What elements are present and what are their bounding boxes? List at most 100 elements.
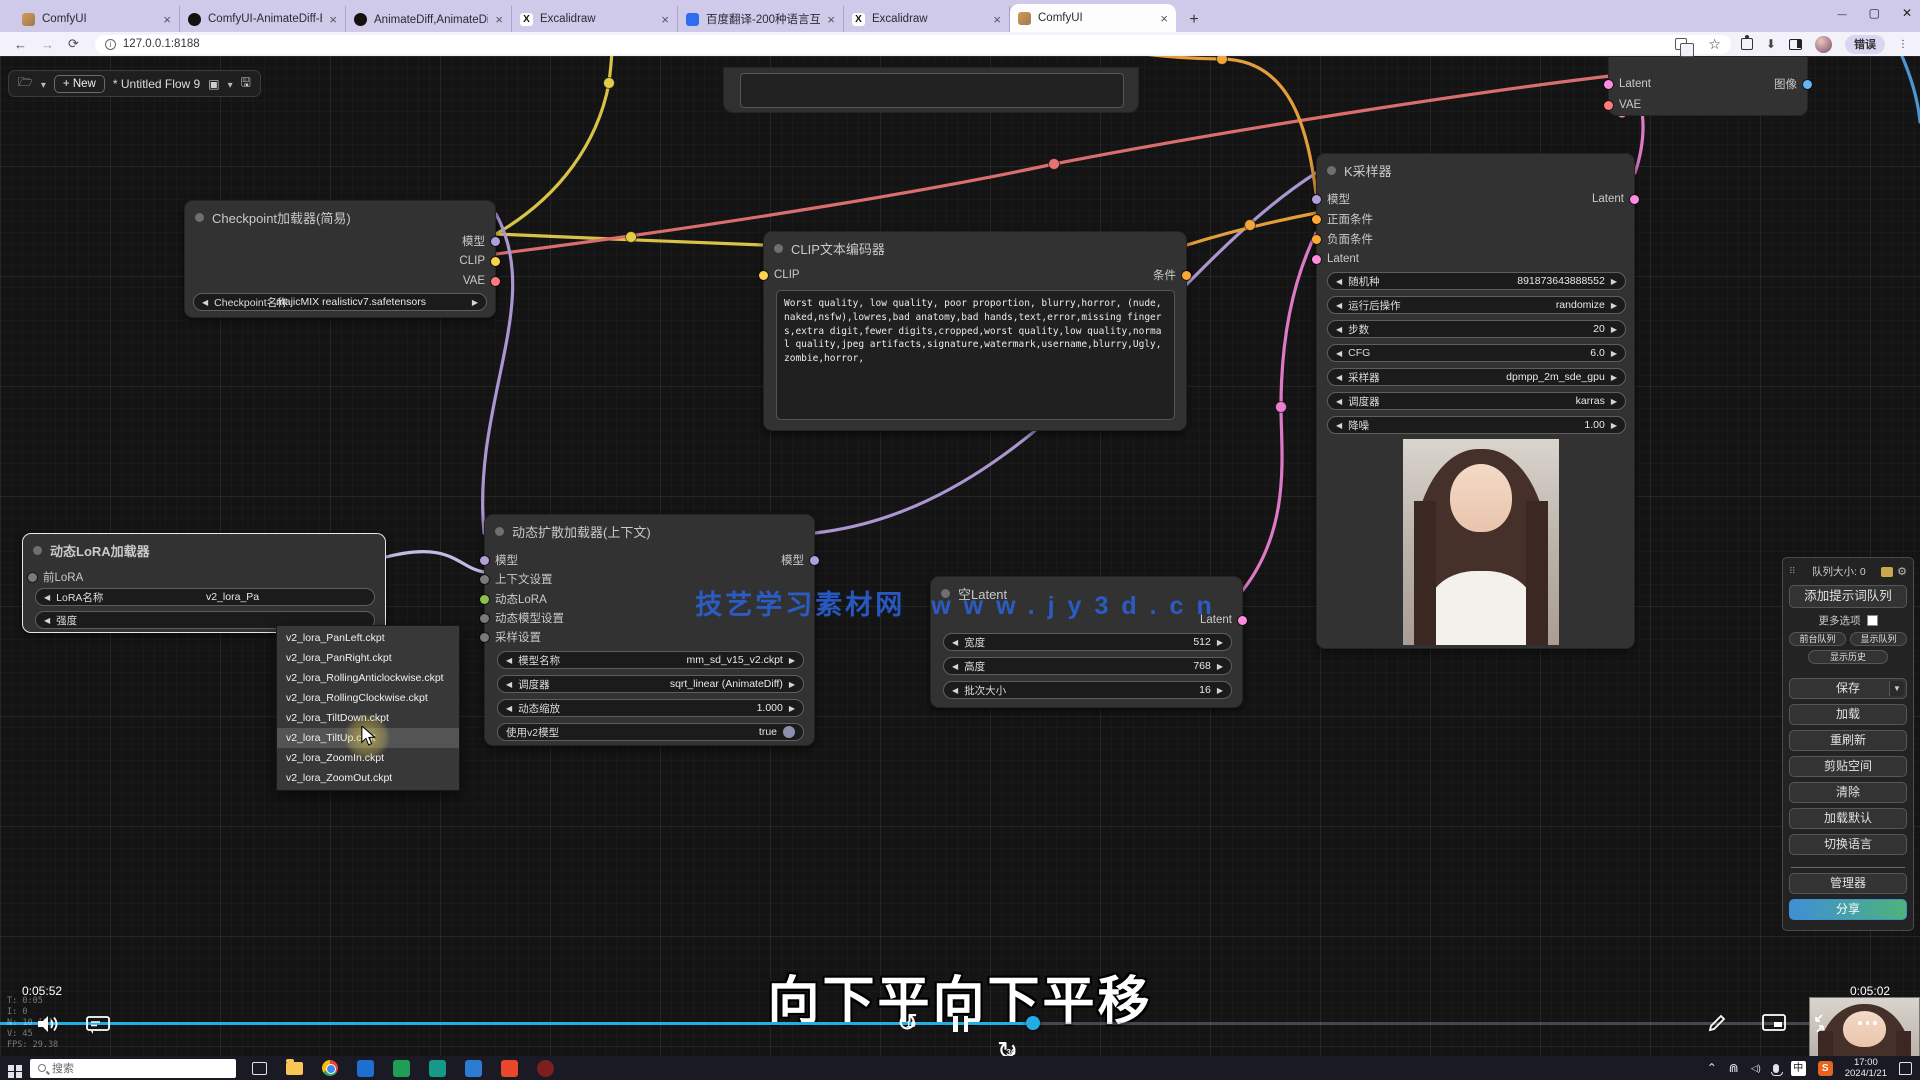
dropdown-item[interactable]: v2_lora_PanLeft.ckpt [277, 628, 459, 648]
extensions-icon[interactable] [1741, 38, 1753, 50]
model-output-dot[interactable] [491, 237, 500, 246]
latent-input-dot[interactable] [1604, 80, 1613, 89]
app-green-icon[interactable] [393, 1060, 410, 1077]
start-button[interactable] [0, 1058, 30, 1079]
gear-icon[interactable] [1897, 565, 1907, 578]
conditioning-output-dot[interactable] [1182, 271, 1191, 280]
chevron-down-icon[interactable] [228, 77, 233, 91]
scheduler-widget[interactable]: 调度器 karras [1327, 392, 1626, 410]
clip-input-dot[interactable] [759, 271, 768, 280]
motion-scale-widget[interactable]: 动态缩放 1.000 [497, 699, 804, 717]
browser-tab-comfyui[interactable]: ComfyUI [14, 6, 180, 32]
save-button[interactable]: 保存 [1789, 678, 1907, 699]
prompt-textarea[interactable]: Worst quality, low quality, poor proport… [776, 290, 1175, 420]
prev-arrow-icon[interactable] [202, 296, 208, 308]
batch-size-widget[interactable]: 批次大小 16 [943, 681, 1232, 699]
save-icon[interactable]: 🖫 [241, 73, 251, 94]
after-generate-widget[interactable]: 运行后操作 randomize [1327, 296, 1626, 314]
tab-close-icon[interactable] [661, 12, 669, 27]
prev-lora-input-dot[interactable] [28, 573, 37, 582]
rewind-10-button[interactable]: ↺10 [897, 1010, 925, 1038]
view-history-button[interactable]: 显示历史 [1808, 650, 1888, 664]
folder-icon[interactable]: 🗁 [18, 73, 33, 94]
back-icon[interactable] [14, 37, 27, 52]
progress-thumb[interactable] [1026, 1016, 1040, 1030]
width-widget[interactable]: 宽度 512 [943, 633, 1232, 651]
downloads-icon[interactable] [1766, 35, 1776, 53]
chevron-down-icon[interactable] [41, 77, 46, 91]
model-name-widget[interactable]: 模型名称 mm_sd_v15_v2.ckpt [497, 651, 804, 669]
microphone-icon[interactable] [1773, 1064, 1779, 1073]
app-teal-icon[interactable] [429, 1060, 446, 1077]
collapse-dot[interactable] [495, 527, 504, 536]
dropdown-item[interactable]: v2_lora_ZoomOut.ckpt [277, 768, 459, 788]
pip-icon[interactable] [1762, 1014, 1786, 1037]
apply-v2-toggle[interactable]: 使用v2模型 true [497, 723, 804, 741]
node-clip-text-encode[interactable]: CLIP文本编码器 CLIP 条件 Worst quality, low qua… [763, 231, 1187, 431]
forward-icon[interactable] [41, 37, 54, 52]
latent-output-dot[interactable] [1630, 195, 1639, 204]
collapse-dot[interactable] [774, 244, 783, 253]
partial-text-widget[interactable] [740, 73, 1124, 108]
action-center-icon[interactable] [1899, 1062, 1912, 1075]
sidepanel-icon[interactable] [1789, 39, 1802, 50]
profile-pill[interactable]: 错误 [1845, 35, 1885, 54]
cfg-widget[interactable]: CFG 6.0 [1327, 344, 1626, 362]
model-input-dot[interactable] [480, 556, 489, 565]
image-output-dot[interactable] [1803, 80, 1812, 89]
app-maroon-icon[interactable] [537, 1060, 554, 1077]
image-icon[interactable]: ▣ [208, 77, 219, 91]
danmaku-icon[interactable] [86, 1016, 110, 1039]
pause-button[interactable] [953, 1016, 968, 1032]
tray-expand-icon[interactable] [1707, 1061, 1717, 1075]
height-widget[interactable]: 高度 768 [943, 657, 1232, 675]
url-field[interactable]: 127.0.0.1:8188 [95, 35, 1731, 54]
node-vae-decode[interactable]: Latent 图像 VAE [1608, 56, 1808, 116]
dropdown-item[interactable]: v2_lora_PanRight.ckpt [277, 648, 459, 668]
new-workflow-button[interactable]: + New [54, 75, 105, 93]
ime-icon[interactable]: 中 [1791, 1061, 1806, 1076]
taskbar-clock[interactable]: 17:00 2024/1/21 [1845, 1057, 1887, 1079]
load-button[interactable]: 加载 [1789, 704, 1907, 725]
vae-output-dot[interactable] [491, 277, 500, 286]
browser-tab-github-animatediff[interactable]: AnimateDiff,AnimateDiff的插 [346, 6, 512, 32]
clipspace-button[interactable]: 剪贴空间 [1789, 756, 1907, 777]
chrome-icon[interactable] [322, 1060, 338, 1076]
dropdown-item[interactable]: v2_lora_RollingAnticlockwise.ckpt [277, 668, 459, 688]
browser-tab-comfyui-active[interactable]: ComfyUI [1010, 4, 1176, 32]
translate-icon[interactable] [1675, 38, 1687, 50]
collapse-dot[interactable] [1327, 166, 1336, 175]
sampler-widget[interactable]: 采样器 dpmpp_2m_sde_gpu [1327, 368, 1626, 386]
queue-front-button[interactable]: 前台队列 [1789, 632, 1846, 646]
share-button[interactable]: 分享 [1789, 899, 1907, 920]
tab-close-icon[interactable] [993, 12, 1001, 27]
tab-close-icon[interactable] [329, 12, 337, 27]
clear-button[interactable]: 清除 [1789, 782, 1907, 803]
denoise-widget[interactable]: 降噪 1.00 [1327, 416, 1626, 434]
tray-volume-icon[interactable] [1751, 1062, 1761, 1074]
tab-close-icon[interactable] [1160, 11, 1168, 26]
node-animatediff-loader[interactable]: 动态扩散加载器(上下文) 模型 上下文设置 动态LoRA 动态模型设置 采样设置… [484, 514, 815, 746]
file-explorer-icon[interactable] [286, 1062, 303, 1075]
refresh-button[interactable]: 重刷新 [1789, 730, 1907, 751]
exit-fullscreen-icon[interactable] [1808, 1012, 1832, 1041]
node-checkpoint-loader[interactable]: Checkpoint加载器(简易) 模型 CLIP VAE Checkpoint… [184, 200, 496, 318]
clip-output-dot[interactable] [491, 257, 500, 266]
tab-close-icon[interactable] [163, 12, 171, 27]
browser-tab-excalidraw-2[interactable]: Excalidraw [844, 6, 1010, 32]
next-arrow-icon[interactable] [472, 296, 478, 308]
sample-settings-input-dot[interactable] [480, 633, 489, 642]
beta-schedule-widget[interactable]: 调度器 sqrt_linear (AnimateDiff) [497, 675, 804, 693]
app-blue2-icon[interactable] [465, 1060, 482, 1077]
site-info-icon[interactable] [105, 39, 116, 50]
vae-input-dot[interactable] [1604, 101, 1613, 110]
browser-tab-excalidraw-1[interactable]: Excalidraw [512, 6, 678, 32]
browser-tab-baidu-translate[interactable]: 百度翻译-200种语言互译、沟 [678, 6, 844, 32]
app-blue-icon[interactable] [357, 1060, 374, 1077]
switch-language-button[interactable]: 切换语言 [1789, 834, 1907, 855]
more-options-icon[interactable] [1858, 1021, 1877, 1025]
node-ksampler[interactable]: K采样器 模型 正面条件 负面条件 Latent Latent 随机种 8918… [1316, 153, 1635, 649]
maximize-icon[interactable] [1869, 6, 1880, 21]
browser-menu-icon[interactable] [1898, 39, 1908, 50]
toggle-knob[interactable] [783, 726, 795, 738]
